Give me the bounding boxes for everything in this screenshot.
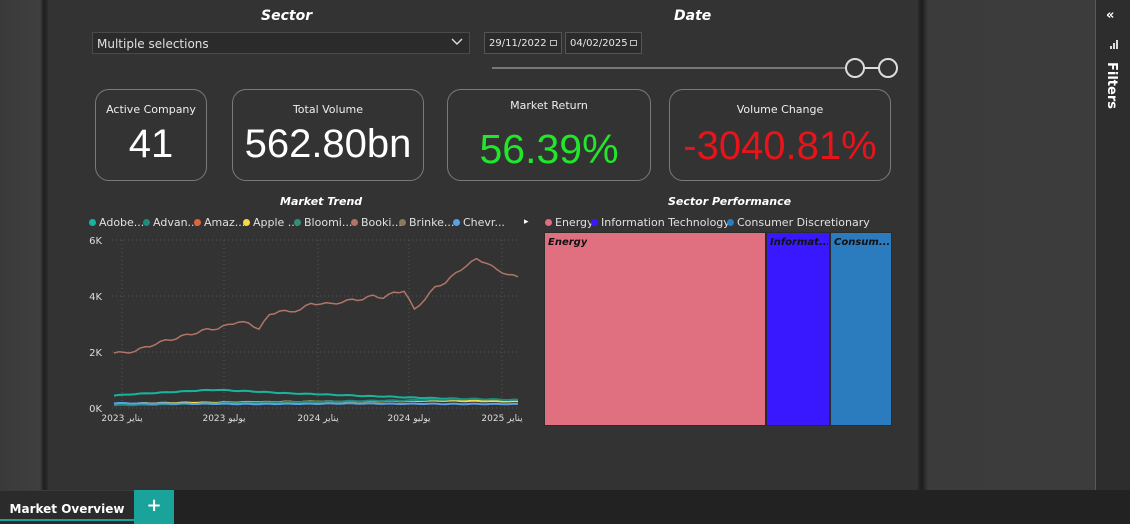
legend-label: Amaz...: [204, 216, 246, 229]
x-tick-label: يناير 2023: [101, 414, 143, 424]
market-trend-legend[interactable]: Adobe... Advan... Amaz... Apple ... Bloomi..…: [89, 216, 519, 230]
start-date-input[interactable]: 29/11/2022: [484, 32, 562, 54]
card-label: Volume Change: [736, 103, 824, 116]
sector-slicer-title: Sector: [261, 8, 313, 24]
active-company-card[interactable]: Active Company 41: [95, 89, 207, 181]
x-tick-label: يوليو 2023: [202, 414, 246, 424]
calendar-icon[interactable]: [630, 40, 637, 46]
card-value: 41: [128, 122, 174, 166]
legend-marker: [89, 219, 96, 226]
legend-item[interactable]: Amaz...: [194, 216, 245, 229]
filter-icon: [1110, 40, 1118, 49]
sector-treemap[interactable]: Energy Informat... Consum...: [544, 232, 892, 426]
legend-label: Advan...: [153, 216, 199, 229]
end-date-value: 04/02/2025: [570, 38, 628, 49]
date-slider-end-handle[interactable]: [878, 58, 898, 78]
collapse-chevron-icon[interactable]: «: [1106, 8, 1114, 23]
volume-change-card[interactable]: Volume Change -3040.81%: [669, 89, 891, 181]
legend-item[interactable]: Brinke...: [399, 216, 454, 229]
calendar-icon[interactable]: [550, 40, 557, 46]
left-gutter: [0, 0, 48, 490]
y-tick-label: 6K: [89, 236, 102, 247]
date-slider-track[interactable]: [492, 67, 888, 69]
card-label: Total Volume: [292, 103, 364, 116]
market-trend-title: Market Trend: [280, 195, 363, 208]
legend-label: Chevr...: [463, 216, 505, 229]
x-tick-label: يناير 2025: [481, 414, 523, 424]
treemap-tile[interactable]: Energy: [544, 232, 766, 426]
legend-item[interactable]: Bloomi...: [294, 216, 352, 229]
card-value: -3040.81%: [683, 124, 877, 168]
legend-item[interactable]: Apple ...: [243, 216, 298, 229]
x-tick-label: يوليو 2024: [387, 414, 431, 424]
legend-marker: [727, 219, 734, 226]
filters-pane[interactable]: « Filters: [1095, 0, 1130, 490]
tab-market-overview[interactable]: Market Overview: [0, 490, 134, 524]
filters-label[interactable]: Filters: [1104, 62, 1119, 109]
legend-item[interactable]: Adobe...: [89, 216, 144, 229]
card-value: 562.80bn: [244, 122, 412, 166]
legend-marker: [545, 219, 552, 226]
series-line[interactable]: [113, 402, 518, 406]
legend-marker: [194, 219, 201, 226]
y-tick-label: 2K: [89, 348, 102, 359]
legend-item[interactable]: Booki...: [351, 216, 402, 229]
sector-dropdown[interactable]: Multiple selections: [92, 32, 470, 54]
x-tick-label: يناير 2024: [297, 414, 339, 424]
legend-item[interactable]: Consumer Discretionary: [727, 216, 870, 229]
legend-marker: [294, 219, 301, 226]
treemap-tile-label: Informat...: [770, 237, 828, 248]
date-slicer-title: Date: [674, 8, 712, 24]
card-label: Market Return: [510, 99, 588, 112]
add-page-button[interactable]: +: [134, 490, 174, 524]
sector-dropdown-value: Multiple selections: [97, 37, 209, 51]
market-trend-chart[interactable]: 0K2K4K6Kيناير 2023 يوليو 2023 يناير 2024 يو…: [84, 232, 524, 428]
legend-next-arrow-icon[interactable]: ▸: [524, 217, 529, 227]
date-slider-start-handle[interactable]: [845, 58, 865, 78]
treemap-tile-label: Consum...: [834, 237, 890, 248]
total-volume-card[interactable]: Total Volume 562.80bn: [232, 89, 424, 181]
start-date-value: 29/11/2022: [489, 38, 547, 49]
legend-label: Consumer Discretionary: [737, 216, 870, 229]
sector-performance-legend[interactable]: Energy Information Technology Consumer Dis…: [545, 216, 895, 230]
legend-label: Energy: [555, 216, 594, 229]
treemap-tile[interactable]: Informat...: [766, 232, 830, 426]
page-tab-bar: Market Overview +: [0, 490, 1130, 524]
legend-label: Bloomi...: [304, 216, 353, 229]
end-date-input[interactable]: 04/02/2025: [565, 32, 642, 54]
legend-marker: [143, 219, 150, 226]
y-tick-label: 4K: [89, 292, 102, 303]
chevron-down-icon: [451, 38, 463, 45]
series-line[interactable]: [113, 257, 519, 354]
legend-marker: [351, 219, 358, 226]
legend-item[interactable]: Chevr...: [453, 216, 505, 229]
legend-label: Brinke...: [409, 216, 455, 229]
treemap-tile[interactable]: Consum...: [830, 232, 892, 426]
sector-performance-title: Sector Performance: [668, 195, 792, 208]
card-value: 56.39%: [479, 126, 619, 172]
legend-label: Apple ...: [253, 216, 299, 229]
legend-item[interactable]: Advan...: [143, 216, 198, 229]
market-return-card[interactable]: Market Return 56.39%: [447, 89, 651, 181]
legend-label: Information Technology: [601, 216, 730, 229]
treemap-tile-label: Energy: [548, 237, 588, 248]
legend-marker: [399, 219, 406, 226]
legend-marker: [591, 219, 598, 226]
legend-label: Adobe...: [99, 216, 145, 229]
legend-label: Booki...: [361, 216, 402, 229]
card-label: Active Company: [106, 103, 196, 116]
legend-marker: [243, 219, 250, 226]
legend-marker: [453, 219, 460, 226]
right-gutter: [918, 0, 1095, 490]
legend-item[interactable]: Information Technology: [591, 216, 730, 229]
report-canvas: « Filters Sector Multiple selections Dat…: [0, 0, 1130, 524]
legend-item[interactable]: Energy: [545, 216, 594, 229]
